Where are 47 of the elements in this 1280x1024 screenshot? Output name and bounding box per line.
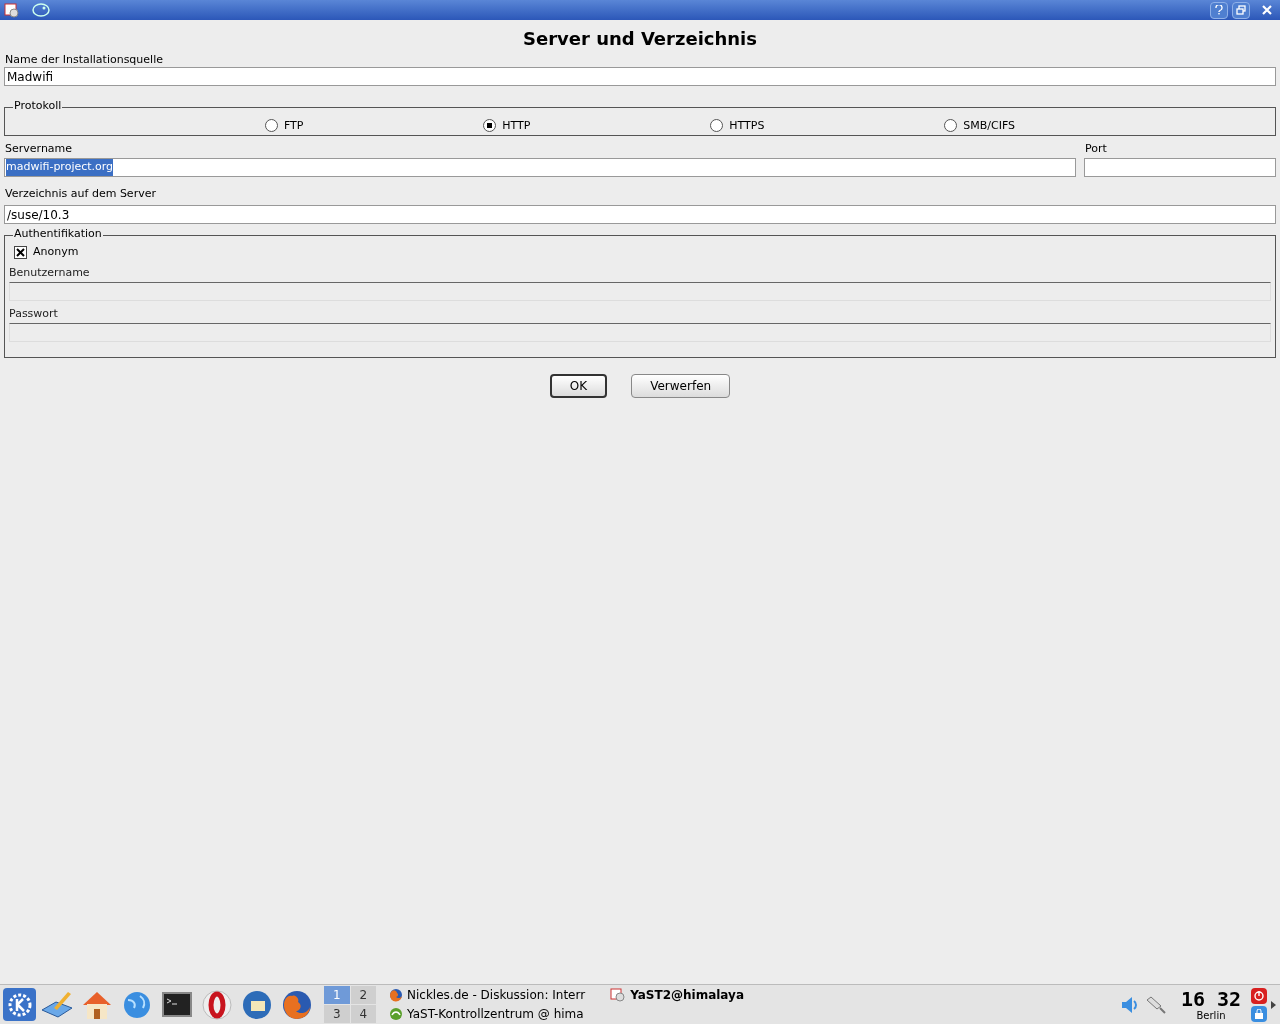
radio-label: HTTPS: [729, 117, 765, 134]
k-gear-icon: [6, 991, 33, 1018]
field-label: Port: [1084, 141, 1108, 157]
input-field[interactable]: madwifi-project.org: [4, 158, 1076, 177]
help-icon: [1215, 5, 1223, 15]
radio-button[interactable]: [944, 119, 958, 133]
field-label: Benutzername: [9, 265, 91, 281]
clock-time[interactable]: 16 32: [1180, 987, 1242, 1010]
desktop-pager-item[interactable]: 3: [324, 1005, 350, 1023]
input-field[interactable]: Madwifi: [4, 67, 1276, 86]
help-button[interactable]: [1210, 1, 1228, 19]
restore-icon: [1236, 5, 1246, 15]
taskbar-task[interactable]: YaST-Kontrollzentrum @ hima: [386, 1004, 608, 1024]
input-field[interactable]: /suse/10.3: [4, 205, 1276, 224]
radio-button[interactable]: [264, 119, 278, 133]
selected-text: madwifi-project.org: [6, 159, 114, 176]
checkbox-label: Anonym: [33, 243, 79, 260]
radio-button[interactable]: [710, 119, 724, 133]
field-label: Passwort: [9, 306, 59, 322]
taskbar-task[interactable]: Nickles.de - Diskussion: Interr: [386, 985, 608, 1005]
radio-label: SMB/CIFS: [963, 117, 1016, 134]
field-label: Servername: [4, 141, 74, 157]
radio-label: HTTP: [502, 117, 531, 134]
field-label: Verzeichnis auf dem Server: [4, 186, 157, 202]
radio-label: FTP: [283, 117, 304, 134]
port-field[interactable]: [1084, 158, 1276, 177]
logout-button[interactable]: [1251, 987, 1267, 1004]
dialog-button[interactable]: OK: [549, 374, 608, 398]
restore-button[interactable]: [1232, 1, 1250, 19]
kde-menu-button[interactable]: [3, 988, 36, 1021]
desktop-pager-item[interactable]: 4: [350, 1005, 376, 1023]
lock-button[interactable]: [1251, 1005, 1267, 1022]
lock-icon: [1254, 1008, 1264, 1019]
dialog-title: Server und Verzeichnis: [522, 27, 758, 51]
desktop-pager-item[interactable]: 2: [350, 986, 376, 1004]
expand-arrow-icon[interactable]: [1269, 999, 1277, 1010]
app-icon: [4, 2, 20, 18]
firefox-icon: [389, 988, 403, 1002]
app-icon: [610, 988, 627, 1002]
radio-button[interactable]: [483, 119, 497, 133]
power-icon: [1254, 990, 1264, 1001]
field-label: Name der Installationsquelle: [4, 52, 164, 67]
close-icon: [1262, 5, 1272, 15]
checkbox[interactable]: [14, 245, 27, 259]
dialog-button[interactable]: Verwerfen: [631, 374, 731, 398]
clock-zone: Berlin: [1196, 1009, 1226, 1022]
taskbar-task[interactable]: YaST2@himalaya: [607, 985, 766, 1005]
